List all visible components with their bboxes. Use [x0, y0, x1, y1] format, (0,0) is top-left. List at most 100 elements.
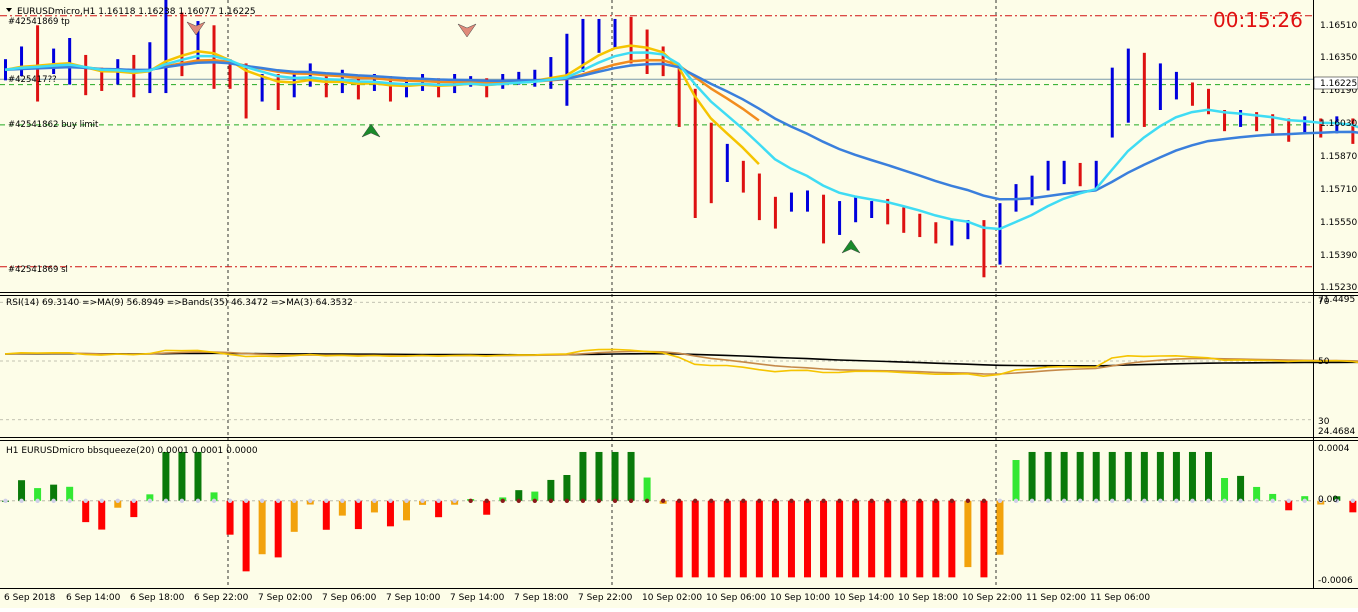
squeeze-dot: [1254, 498, 1259, 503]
squeeze-dot: [1174, 498, 1179, 503]
squeeze-dot: [532, 498, 538, 503]
squeeze-dot: [1029, 498, 1035, 503]
price-bar: [292, 71, 296, 98]
squeeze-bar: [563, 474, 571, 501]
price-bar: [902, 207, 906, 233]
price-bar: [998, 203, 1002, 265]
squeeze-dot: [356, 498, 361, 503]
squeeze-dot: [564, 498, 570, 503]
squeeze-dot: [436, 498, 441, 503]
price-bar: [132, 54, 136, 98]
current-price-text: 1.16225: [1320, 79, 1357, 89]
price-bar: [725, 143, 729, 182]
squeeze-dot: [1061, 498, 1067, 503]
squeeze-dot: [805, 498, 810, 503]
rsi-tick: 24.4684: [1318, 427, 1355, 437]
time-tick: 7 Sep 06:00: [322, 593, 377, 603]
squeeze-bar: [996, 500, 1004, 555]
squeeze-bar: [98, 500, 106, 530]
time-tick: 6 Sep 18:00: [130, 593, 185, 603]
price-bar: [549, 57, 553, 89]
squeeze-dot: [83, 498, 88, 503]
squeeze-bar: [1012, 460, 1020, 501]
squeeze-bar: [595, 451, 603, 501]
squeeze-dot: [981, 498, 987, 503]
squeeze-bar: [226, 500, 234, 535]
squeeze-dot: [596, 498, 602, 503]
price-bar: [1126, 48, 1130, 123]
squeeze-bar: [820, 500, 828, 578]
price-bar: [870, 201, 874, 218]
time-tick: 7 Sep 02:00: [258, 593, 313, 603]
mid-order-label: #425417??: [8, 75, 57, 85]
squeeze-dot: [1270, 498, 1275, 503]
squeeze-bar: [386, 500, 394, 527]
squeeze-dot: [292, 498, 297, 503]
squeeze-dot: [1094, 498, 1099, 503]
squeeze-dot: [548, 498, 554, 503]
squeeze-bar: [322, 500, 330, 530]
time-tick: 7 Sep 14:00: [450, 593, 505, 603]
squeeze-bar: [1076, 451, 1084, 501]
price-bar: [20, 46, 24, 77]
squeeze-dot: [1077, 498, 1083, 503]
squeeze-bar: [274, 500, 282, 558]
squeeze-bar: [162, 451, 170, 501]
squeeze-bar: [1044, 451, 1052, 501]
squeeze-dot: [179, 498, 185, 503]
squeeze-dot: [259, 498, 265, 503]
squeeze-bar: [900, 500, 908, 578]
squeeze-dot: [243, 498, 249, 503]
price-bar: [1174, 71, 1178, 100]
squeeze-dot: [211, 498, 217, 503]
time-tick: 7 Sep 22:00: [578, 593, 633, 603]
squeeze-dot: [1190, 498, 1195, 503]
squeeze-bar: [771, 500, 779, 578]
time-tick: 6 Sep 22:00: [194, 593, 249, 603]
price-bar: [356, 76, 360, 100]
squeeze-dot: [1110, 498, 1115, 503]
price-bar: [934, 222, 938, 244]
squeeze-dot: [500, 498, 505, 503]
squeeze-dot: [580, 498, 586, 503]
squeeze-bar: [1060, 451, 1068, 501]
squeeze-bar: [338, 500, 346, 516]
time-tick: 6 Sep 14:00: [66, 593, 121, 603]
sl-order-label: #42541869 sl: [8, 265, 68, 275]
squeeze-bar: [980, 500, 988, 578]
squeeze-bar: [1188, 451, 1196, 501]
squeeze-dot: [147, 498, 153, 503]
squeeze-dot: [789, 498, 794, 503]
squeeze-dot: [340, 498, 345, 503]
squeeze-dot: [516, 498, 521, 503]
squeeze-dot: [949, 498, 955, 503]
squeeze-dot: [131, 498, 137, 503]
squeeze-dot: [1302, 498, 1307, 503]
buy-limit-label: #42541862 buy limit: [8, 120, 99, 130]
squeeze-bar: [354, 500, 362, 530]
price-bar: [565, 33, 569, 106]
squeeze-bar: [1172, 451, 1180, 501]
squeeze-dot: [869, 498, 874, 503]
squeeze-bar: [1124, 451, 1132, 501]
price-bar: [1303, 116, 1307, 134]
price-bar: [918, 213, 922, 238]
squeeze-dot: [1206, 498, 1211, 503]
squeeze-dot: [372, 498, 377, 503]
price-bar: [950, 220, 954, 246]
squeeze-bar: [1108, 451, 1116, 501]
chart-canvas[interactable]: EURUSDmicro,H1 1.16118 1.16238 1.16077 1…: [0, 0, 1358, 608]
squeeze-bar: [403, 500, 410, 521]
squeeze-dot: [612, 498, 618, 503]
squeeze-dot: [1013, 498, 1019, 503]
tp-order-label: #42541869 tp: [8, 17, 70, 27]
squeeze-dot: [51, 498, 56, 503]
squeeze-dot: [965, 498, 971, 503]
squeeze-dot: [308, 498, 313, 503]
price-bar: [773, 196, 777, 229]
rsi-tick: 30: [1318, 417, 1330, 427]
squeeze-bar: [1092, 451, 1100, 501]
squeeze-dot: [115, 498, 120, 503]
squeeze-dot: [725, 498, 730, 503]
squeeze-bar: [787, 500, 795, 578]
